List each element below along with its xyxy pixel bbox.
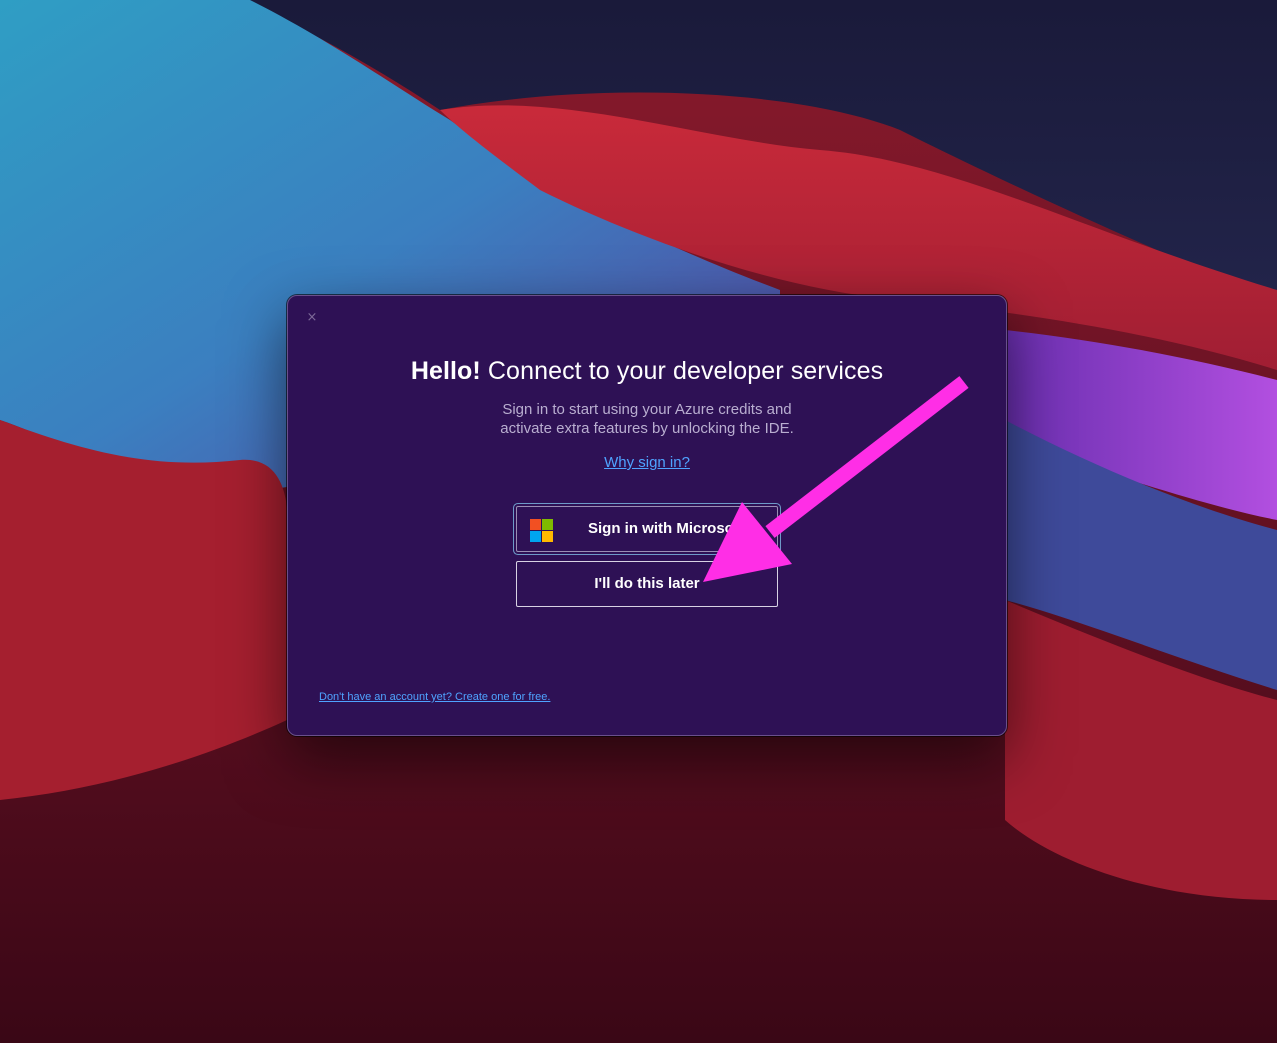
subtitle-line-1: Sign in to start using your Azure credit…	[502, 401, 792, 418]
dialog-subtitle: Sign in to start using your Azure credit…	[477, 400, 817, 438]
sign-in-button-label: Sign in with Microsoft	[588, 520, 744, 537]
title-rest: Connect to your developer services	[480, 357, 884, 385]
create-account-link[interactable]: Don't have an account yet? Create one fo…	[319, 690, 550, 704]
microsoft-logo-icon	[530, 519, 553, 542]
subtitle-line-2: activate extra features by unlocking the…	[500, 420, 794, 437]
do-this-later-button[interactable]: I'll do this later	[516, 561, 778, 607]
why-sign-in-link[interactable]: Why sign in?	[604, 454, 690, 471]
sign-in-microsoft-button[interactable]: Sign in with Microsoft	[516, 506, 778, 552]
why-sign-in-row: Why sign in?	[288, 453, 1006, 472]
close-icon[interactable]: ×	[305, 311, 319, 325]
sign-in-dialog: × Hello! Connect to your developer servi…	[287, 295, 1007, 736]
dialog-title: Hello! Connect to your developer service…	[288, 356, 1006, 386]
title-hello: Hello!	[410, 357, 481, 385]
desktop-wallpaper: × Hello! Connect to your developer servi…	[0, 0, 1277, 1043]
